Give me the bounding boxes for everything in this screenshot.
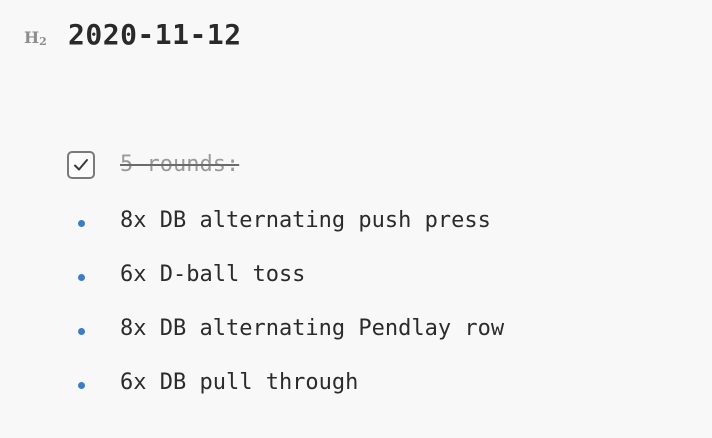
bullet-dot-icon [78, 274, 85, 281]
list-item-text[interactable]: 8x DB alternating push press [120, 208, 491, 233]
heading-block: H2 2020-11-12 [0, 0, 712, 76]
list-item: 8x DB alternating Pendlay row [0, 312, 712, 366]
heading-level-icon: H2 [24, 28, 47, 48]
list-item-text[interactable]: 6x D-ball toss [120, 262, 305, 287]
task-checkbox[interactable] [67, 151, 95, 179]
list-item: 6x DB pull through [0, 366, 712, 420]
heading-title[interactable]: 2020-11-12 [68, 18, 242, 51]
bullet-dot-icon [78, 382, 85, 389]
task-text[interactable]: 5 rounds: [120, 152, 239, 177]
list-item: 6x D-ball toss [0, 258, 712, 312]
list-item-text[interactable]: 8x DB alternating Pendlay row [120, 316, 504, 341]
list-item-text[interactable]: 6x DB pull through [120, 370, 358, 395]
checkmark-icon [74, 159, 88, 171]
bullet-list: 8x DB alternating push press 6x D-ball t… [0, 204, 712, 420]
bullet-dot-icon [78, 328, 85, 335]
bullet-dot-icon [78, 220, 85, 227]
heading-level-letter: H [24, 28, 40, 47]
heading-level-number: 2 [39, 35, 47, 48]
task-item: 5 rounds: [0, 146, 712, 186]
list-item: 8x DB alternating push press [0, 204, 712, 258]
